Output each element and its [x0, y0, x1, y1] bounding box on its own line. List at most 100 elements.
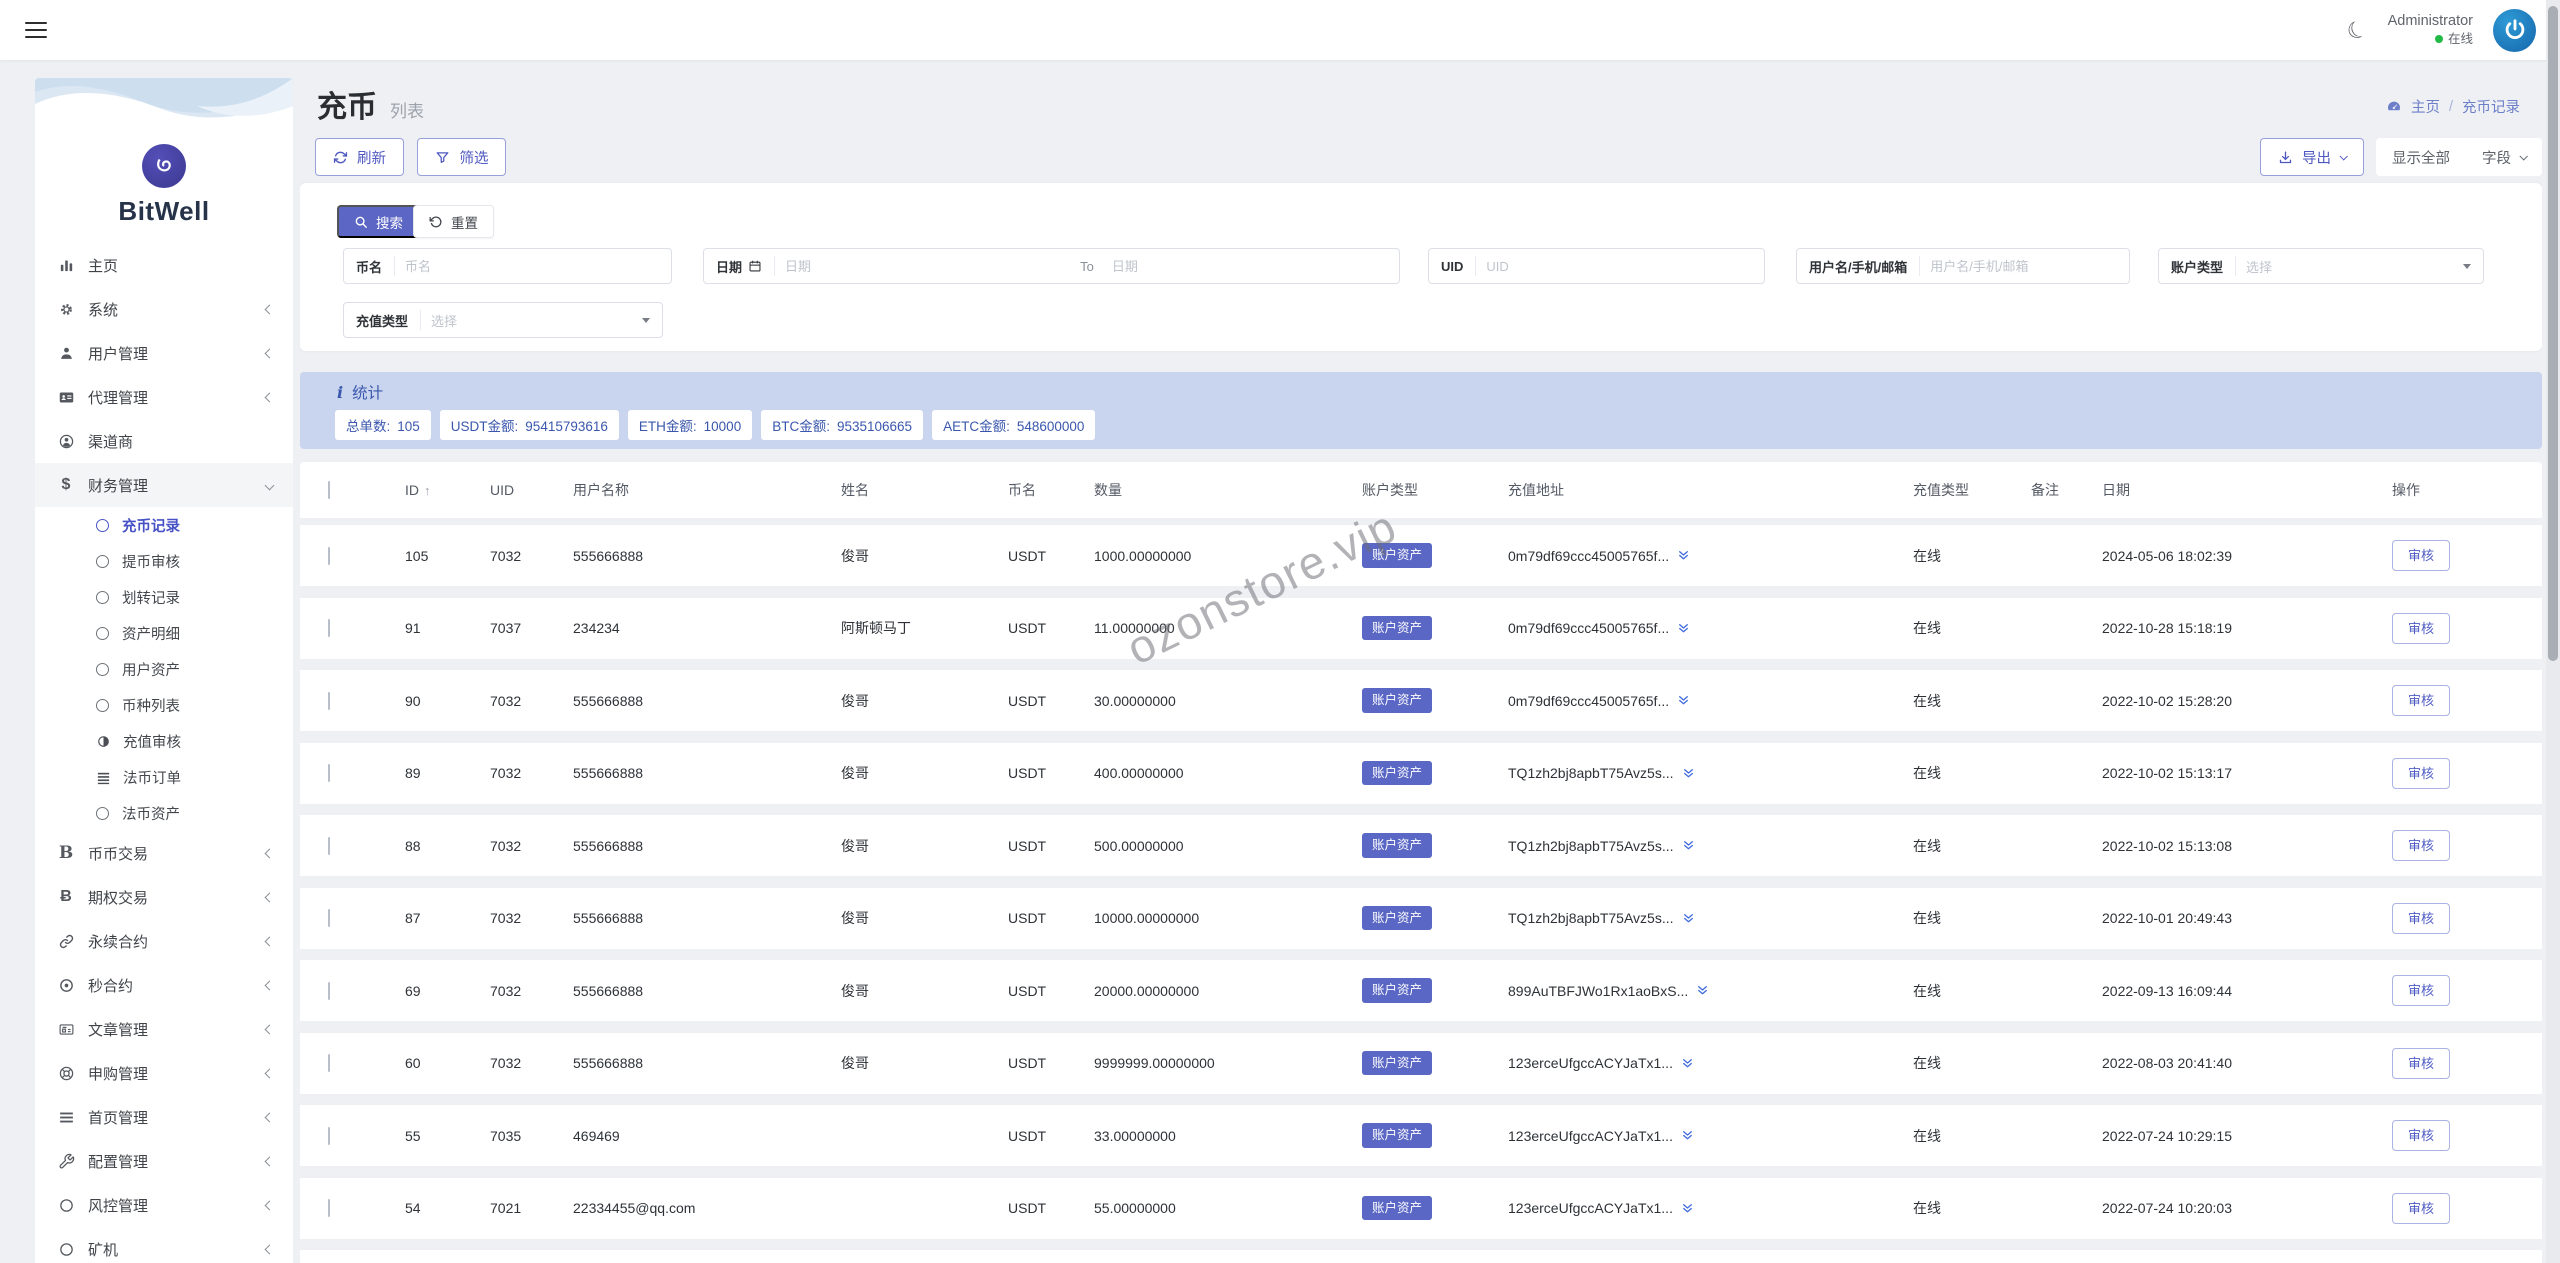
sidebar-item-system[interactable]: 系统	[35, 287, 293, 331]
audit-button[interactable]: 审核	[2392, 757, 2451, 789]
audit-button[interactable]: 审核	[2392, 685, 2451, 716]
sidebar-subitem-asset-detail[interactable]: 资产明细	[35, 615, 293, 651]
sidebar-item-perpetual[interactable]: 永续合约	[35, 919, 293, 963]
sidebar-subitem-deposit-record[interactable]: 充币记录	[35, 507, 293, 543]
audit-button[interactable]: 审核	[2392, 612, 2451, 644]
date-to-input[interactable]	[1101, 258, 1399, 274]
refresh-button[interactable]: 刷新	[315, 138, 404, 176]
fields-button[interactable]: 字段	[2466, 138, 2542, 176]
sidebar-item-agent-mgmt[interactable]: 代理管理	[35, 375, 293, 419]
breadcrumb-home[interactable]: 主页	[2411, 96, 2440, 117]
expand-address-chevron-icon[interactable]	[1681, 1057, 1694, 1070]
sidebar-subitem-user-asset[interactable]: 用户资产	[35, 651, 293, 687]
sidebar-item-label: 首页管理	[88, 1109, 149, 1127]
row-checkbox[interactable]	[328, 909, 330, 927]
column-header[interactable]: 充值地址	[1508, 480, 1913, 500]
scrollbar-thumb[interactable]	[2548, 6, 2558, 661]
recharge-type-filter[interactable]: 充值类型 选择	[343, 302, 663, 338]
expand-address-chevron-icon[interactable]	[1677, 549, 1690, 562]
row-checkbox[interactable]	[328, 764, 330, 782]
cell-coin: USDT	[1008, 1127, 1047, 1144]
sidebar-item-second-contract[interactable]: 秒合约	[35, 963, 293, 1007]
sidebar-item-channel[interactable]: 渠道商	[35, 419, 293, 463]
date-from-input[interactable]	[775, 258, 1073, 274]
row-checkbox[interactable]	[328, 691, 330, 710]
sidebar-item-config-mgmt[interactable]: 配置管理	[35, 1139, 293, 1183]
audit-button[interactable]: 审核	[2392, 1192, 2451, 1224]
filter-button[interactable]: 筛选	[417, 138, 507, 176]
column-header[interactable]: 备注	[2031, 480, 2102, 500]
hamburger-menu-icon[interactable]	[25, 22, 47, 38]
sidebar-subitem-recharge-audit[interactable]: 充值审核	[35, 723, 293, 759]
column-header[interactable]: 日期	[2102, 480, 2392, 500]
sidebar-item-subscribe-mgmt[interactable]: 申购管理	[35, 1051, 293, 1095]
expand-address-chevron-icon[interactable]	[1677, 694, 1690, 707]
sidebar-item-home[interactable]: 主页	[35, 243, 293, 287]
column-header[interactable]: 操作	[2392, 480, 2526, 500]
user-avatar[interactable]	[2493, 8, 2536, 52]
expand-address-chevron-icon[interactable]	[1682, 839, 1695, 852]
coin-input[interactable]	[395, 258, 671, 274]
sidebar-item-homepage-mgmt[interactable]: 首页管理	[35, 1095, 293, 1139]
row-checkbox[interactable]	[328, 981, 330, 1000]
sidebar-item-user-mgmt[interactable]: 用户管理	[35, 331, 293, 375]
expand-address-chevron-icon[interactable]	[1681, 1202, 1694, 1215]
sidebar-subitem-fiat-asset[interactable]: 法币资产	[35, 795, 293, 831]
audit-button[interactable]: 审核	[2392, 830, 2451, 861]
sidebar-item-option-trade[interactable]: Ƀ 期权交易	[35, 875, 293, 919]
sidebar-subitem-fiat-order[interactable]: 法币订单	[35, 759, 293, 795]
show-all-button[interactable]: 显示全部	[2376, 138, 2466, 176]
statistics-panel: i 统计 总单数: 105 USDT金额: 95415793616 ETH金额: 1000…	[300, 372, 2542, 449]
recharge-type-select[interactable]: 选择	[421, 311, 642, 330]
bars-icon	[57, 1109, 75, 1126]
row-checkbox[interactable]	[328, 1126, 330, 1145]
uid-input[interactable]	[1476, 258, 1764, 274]
row-checkbox[interactable]	[328, 836, 330, 855]
sidebar-item-risk-mgmt[interactable]: 风控管理	[35, 1183, 293, 1227]
audit-button[interactable]: 审核	[2392, 902, 2451, 934]
user-input[interactable]	[1920, 258, 2129, 274]
cell-action: 审核	[2392, 612, 2526, 644]
column-header[interactable]: ID ↑	[405, 482, 490, 498]
column-header[interactable]: 数量	[1094, 480, 1362, 500]
toolbar: 刷新 筛选 导出 显示全部 字段	[315, 138, 2542, 176]
user-info[interactable]: Administrator 在线	[2388, 12, 2473, 47]
column-header[interactable]: 充值类型	[1913, 480, 2031, 500]
cell-username: 469469	[573, 1127, 620, 1144]
column-header[interactable]: 用户名称	[573, 480, 841, 500]
audit-button[interactable]: 审核	[2392, 1120, 2451, 1151]
sidebar-item-finance[interactable]: $ 财务管理	[35, 463, 293, 507]
dark-mode-toggle-moon-icon[interactable]: ☾	[2342, 13, 2372, 45]
reset-button[interactable]: 重置	[413, 205, 494, 238]
column-header[interactable]: 账户类型	[1362, 480, 1508, 500]
expand-address-chevron-icon[interactable]	[1696, 984, 1709, 997]
row-checkbox[interactable]	[328, 1054, 330, 1072]
expand-address-chevron-icon[interactable]	[1677, 622, 1690, 635]
account-type-select[interactable]: 选择	[2236, 257, 2463, 276]
export-button[interactable]: 导出	[2260, 138, 2364, 176]
sidebar-item-spot-trade[interactable]: B 币币交易	[35, 831, 293, 875]
expand-address-chevron-icon[interactable]	[1682, 767, 1695, 780]
sidebar-item-miner[interactable]: 矿机	[35, 1227, 293, 1263]
row-checkbox[interactable]	[328, 1199, 330, 1217]
sidebar-subitem-withdraw-audit[interactable]: 提币审核	[35, 543, 293, 579]
row-checkbox[interactable]	[328, 619, 330, 637]
audit-button[interactable]: 审核	[2392, 975, 2451, 1006]
users-icon	[57, 345, 75, 362]
expand-address-chevron-icon[interactable]	[1682, 912, 1695, 925]
sidebar-item-article-mgmt[interactable]: 文章管理	[35, 1007, 293, 1051]
column-header[interactable]: UID	[490, 482, 573, 498]
expand-address-chevron-icon[interactable]	[1681, 1129, 1694, 1142]
search-button[interactable]: 搜索	[337, 205, 420, 238]
column-header[interactable]: 币名	[1008, 480, 1094, 500]
select-all-checkbox[interactable]	[328, 481, 330, 499]
sidebar-subitem-transfer-record[interactable]: 划转记录	[35, 579, 293, 615]
cell-date: 2024-05-06 18:02:39	[2102, 547, 2232, 564]
audit-button[interactable]: 审核	[2392, 540, 2451, 571]
row-checkbox[interactable]	[328, 546, 330, 565]
chevron-left-icon	[264, 1024, 275, 1034]
account-type-filter[interactable]: 账户类型 选择	[2158, 248, 2484, 284]
audit-button[interactable]: 审核	[2392, 1047, 2451, 1079]
column-header[interactable]: 姓名	[841, 480, 1008, 500]
sidebar-subitem-coin-list[interactable]: 币种列表	[35, 687, 293, 723]
